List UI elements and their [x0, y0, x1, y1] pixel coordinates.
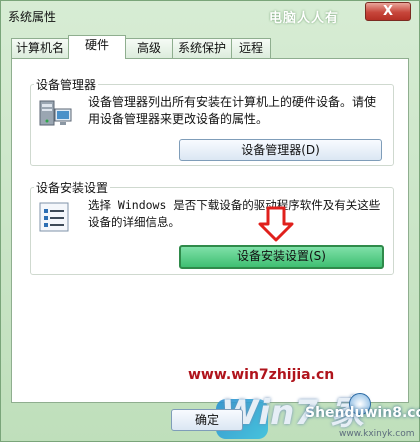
hardware-panel: 设备管理器 设备管理器列出所有安装在计算机上的硬件设备。请使用设备管理器来更改设…: [11, 58, 409, 403]
tab-hardware[interactable]: 硬件: [68, 35, 126, 59]
close-button[interactable]: X: [365, 2, 411, 21]
ok-button[interactable]: 确定: [171, 409, 243, 431]
device-manager-description: 设备管理器列出所有安装在计算机上的硬件设备。请使用设备管理器来更改设备的属性。: [88, 95, 377, 126]
device-install-description: 选择 Windows 是否下载设备的驱动程序软件及有关这些设备的详细信息。: [88, 198, 381, 229]
title-bar: 系统属性 电脑人人有 X: [1, 1, 420, 31]
tab-remote[interactable]: 远程: [231, 38, 271, 58]
window-title: 系统属性: [8, 10, 57, 24]
device-install-settings-button[interactable]: 设备安装设置(S): [179, 245, 384, 269]
device-manager-group-title: 设备管理器: [34, 76, 99, 93]
computer-device-icon: [38, 97, 74, 131]
device-install-group-title: 设备安装设置: [34, 179, 111, 196]
device-manager-button[interactable]: 设备管理器(D): [179, 139, 382, 161]
checklist-icon: [38, 201, 70, 233]
watermark-text-top: 电脑人人有: [269, 11, 340, 26]
watermark-small: www.kxinyk.com: [339, 429, 415, 439]
tab-advanced[interactable]: 高级: [125, 38, 173, 58]
tab-system-protection[interactable]: 系统保护: [172, 38, 232, 58]
watermark-brand-secondary: Shenduwin8.com: [305, 405, 420, 421]
down-arrow-icon: [258, 206, 294, 242]
watermark-url: www.win7zhijia.cn: [188, 367, 335, 383]
tab-computer-name[interactable]: 计算机名: [11, 38, 69, 58]
system-properties-window: 系统属性 电脑人人有 X 计算机名 硬件 高级 系统保护 远程 设备管理器 设备…: [0, 0, 420, 442]
